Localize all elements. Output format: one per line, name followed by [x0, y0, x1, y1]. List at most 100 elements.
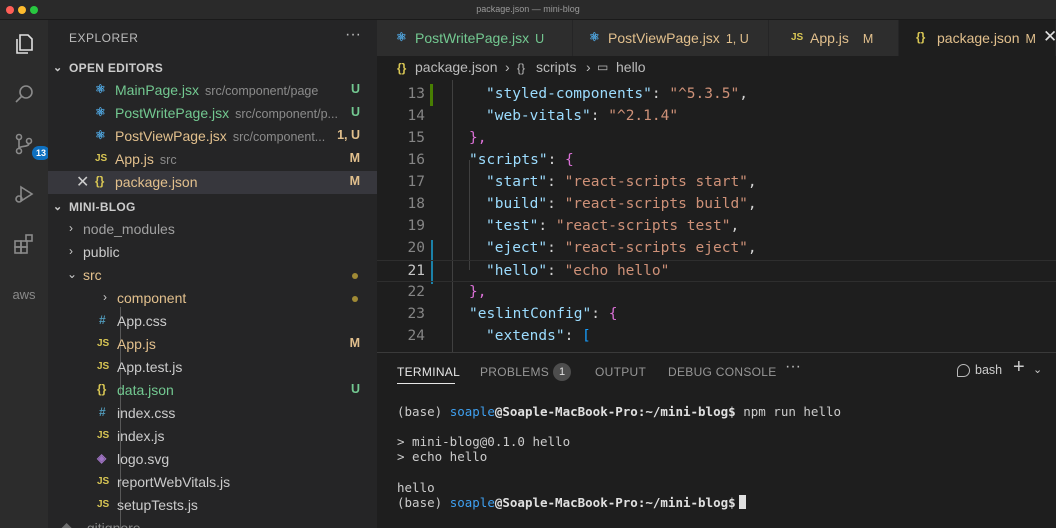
tree-file[interactable]: ◈ logo.svg: [48, 448, 377, 471]
terminal-line: (base) soaple@Soaple-MacBook-Pro:~/mini-…: [397, 404, 842, 419]
js-icon: JS: [97, 499, 110, 510]
code-line: 17 "start": "react-scripts start",: [407, 174, 757, 190]
chevron-right-icon: ›: [103, 290, 107, 304]
code-line: 16 "scripts": {: [407, 152, 574, 168]
terminal-line: > echo hello: [397, 449, 488, 464]
tab-postviewpage[interactable]: ⚛ PostViewPage.jsx 1, U: [573, 20, 769, 56]
terminal-line: > mini-blog@0.1.0 hello: [397, 434, 571, 449]
code-editor[interactable]: 13 "styled-components": "^5.3.5", 14 "we…: [377, 80, 1056, 352]
react-icon: ⚛: [589, 30, 600, 44]
git-icon: ◆: [62, 520, 72, 528]
code-line: 19 "test": "react-scripts test",: [407, 218, 740, 234]
close-icon[interactable]: ✕: [76, 172, 89, 192]
tab-packagejson[interactable]: {} package.json M ✕: [899, 20, 1056, 56]
code-line: 15 },: [407, 130, 487, 146]
terminal-shell-icon: [957, 364, 970, 377]
run-debug-icon[interactable]: [10, 180, 38, 208]
tab-appjs[interactable]: JS App.js M: [769, 20, 899, 56]
source-control-icon[interactable]: 13: [10, 130, 50, 160]
tree-folder[interactable]: ⌄ src: [48, 264, 377, 287]
chevron-right-icon: ›: [505, 59, 510, 75]
tree-file[interactable]: JS App.js M: [48, 333, 377, 356]
tree-folder[interactable]: › node_modules: [48, 218, 377, 241]
terminal-cursor: [738, 495, 746, 509]
tab-postwritepage[interactable]: ⚛ PostWritePage.jsx U: [377, 20, 573, 56]
tree-folder[interactable]: › public: [48, 241, 377, 264]
chevron-down-icon: ⌄: [67, 267, 78, 281]
code-line: 24 "extends": [: [407, 328, 591, 344]
code-line: 13 "styled-components": "^5.3.5",: [407, 86, 748, 102]
code-line-current: 21 "hello": "echo hello": [377, 260, 1056, 282]
chevron-right-icon: ›: [69, 221, 73, 235]
chevron-down-icon[interactable]: ⌄: [1033, 363, 1042, 376]
terminal-line: hello: [397, 480, 435, 495]
open-editor-item[interactable]: ⚛ PostViewPage.jsx src/component... 1, U: [48, 125, 377, 148]
code-line: 23 "eslintConfig": {: [407, 306, 618, 322]
code-line: 18 "build": "react-scripts build",: [407, 196, 757, 212]
js-icon: JS: [97, 338, 110, 349]
explorer-icon[interactable]: [10, 30, 38, 58]
problems-badge: 1: [553, 363, 571, 381]
chevron-down-icon: ⌄: [53, 62, 63, 74]
chevron-right-icon: ›: [586, 59, 591, 75]
tree-file[interactable]: # App.css: [48, 310, 377, 333]
active-tab-indicator: [397, 383, 455, 384]
tree-folder[interactable]: › component: [48, 287, 377, 310]
css-icon: #: [99, 313, 106, 327]
open-editors-section[interactable]: ⌄ OPEN EDITORS: [48, 57, 377, 79]
property-icon: ▭: [597, 60, 609, 74]
editor-tabs: ⚛ PostWritePage.jsx U ⚛ PostViewPage.jsx 1…: [377, 20, 1056, 56]
react-icon: ⚛: [95, 82, 106, 96]
activity-bar: 13 aws: [0, 20, 50, 528]
json-icon: {}: [397, 61, 407, 75]
modified-dot: [352, 273, 358, 279]
tree-file[interactable]: ◆ .gitignore: [48, 517, 377, 528]
object-icon: {}: [517, 61, 526, 75]
aws-icon[interactable]: aws: [10, 280, 38, 308]
code-line: 14 "web-vitals": "^2.1.4": [407, 108, 679, 124]
explorer-sidebar: EXPLORER ··· ⌄ OPEN EDITORS ⚛ MainPage.j…: [48, 20, 377, 528]
js-icon: JS: [95, 153, 108, 164]
panel-more-button[interactable]: ···: [785, 358, 801, 376]
open-editor-item[interactable]: JS App.js src M: [48, 148, 377, 171]
tree-file[interactable]: # index.css: [48, 402, 377, 425]
json-icon: {}: [916, 30, 926, 44]
open-editor-item-active[interactable]: ✕ {} package.json M: [48, 171, 377, 194]
svg-icon: ◈: [97, 451, 107, 465]
modified-dot: [352, 296, 358, 302]
terminal-shell-selector[interactable]: bash: [975, 363, 1002, 377]
chevron-right-icon: ›: [69, 244, 73, 258]
code-line: 22 },: [407, 284, 487, 300]
react-icon: ⚛: [95, 128, 106, 142]
tree-file[interactable]: JS setupTests.js: [48, 494, 377, 517]
code-line: 20 "eject": "react-scripts eject",: [407, 240, 757, 256]
project-section[interactable]: ⌄ MINI-BLOG: [48, 196, 377, 218]
extensions-icon[interactable]: [10, 230, 38, 258]
breadcrumb-file[interactable]: package.json: [415, 59, 498, 75]
breadcrumb-hello[interactable]: hello: [616, 59, 646, 75]
tree-file[interactable]: {} data.json U: [48, 379, 377, 402]
close-icon[interactable]: ✕: [1043, 27, 1056, 47]
json-icon: {}: [97, 382, 107, 396]
react-icon: ⚛: [396, 30, 407, 44]
open-editor-item[interactable]: ⚛ MainPage.jsx src/component/page U: [48, 79, 377, 102]
tab-terminal[interactable]: TERMINAL: [397, 365, 460, 379]
explorer-header: EXPLORER: [69, 31, 139, 45]
js-icon: JS: [791, 32, 804, 43]
json-icon: {}: [95, 174, 105, 188]
react-icon: ⚛: [95, 105, 106, 119]
new-terminal-button[interactable]: +: [1013, 356, 1025, 379]
tree-file[interactable]: JS App.test.js: [48, 356, 377, 379]
tree-file[interactable]: JS reportWebVitals.js: [48, 471, 377, 494]
tab-problems[interactable]: PROBLEMS: [480, 365, 549, 379]
explorer-more-button[interactable]: ···: [345, 26, 361, 44]
breadcrumb-scripts[interactable]: scripts: [536, 59, 576, 75]
tree-file[interactable]: JS index.js: [48, 425, 377, 448]
tab-debug-console[interactable]: DEBUG CONSOLE: [668, 365, 777, 379]
chevron-down-icon: ⌄: [53, 201, 63, 213]
terminal-prompt[interactable]: (base) soaple@Soaple-MacBook-Pro:~/mini-…: [397, 495, 746, 510]
search-icon[interactable]: [10, 80, 38, 108]
tab-output[interactable]: OUTPUT: [595, 365, 646, 379]
open-editor-item[interactable]: ⚛ PostWritePage.jsx src/component/p... U: [48, 102, 377, 125]
breadcrumb: {} package.json › {} scripts › ▭ hello: [377, 56, 1056, 80]
